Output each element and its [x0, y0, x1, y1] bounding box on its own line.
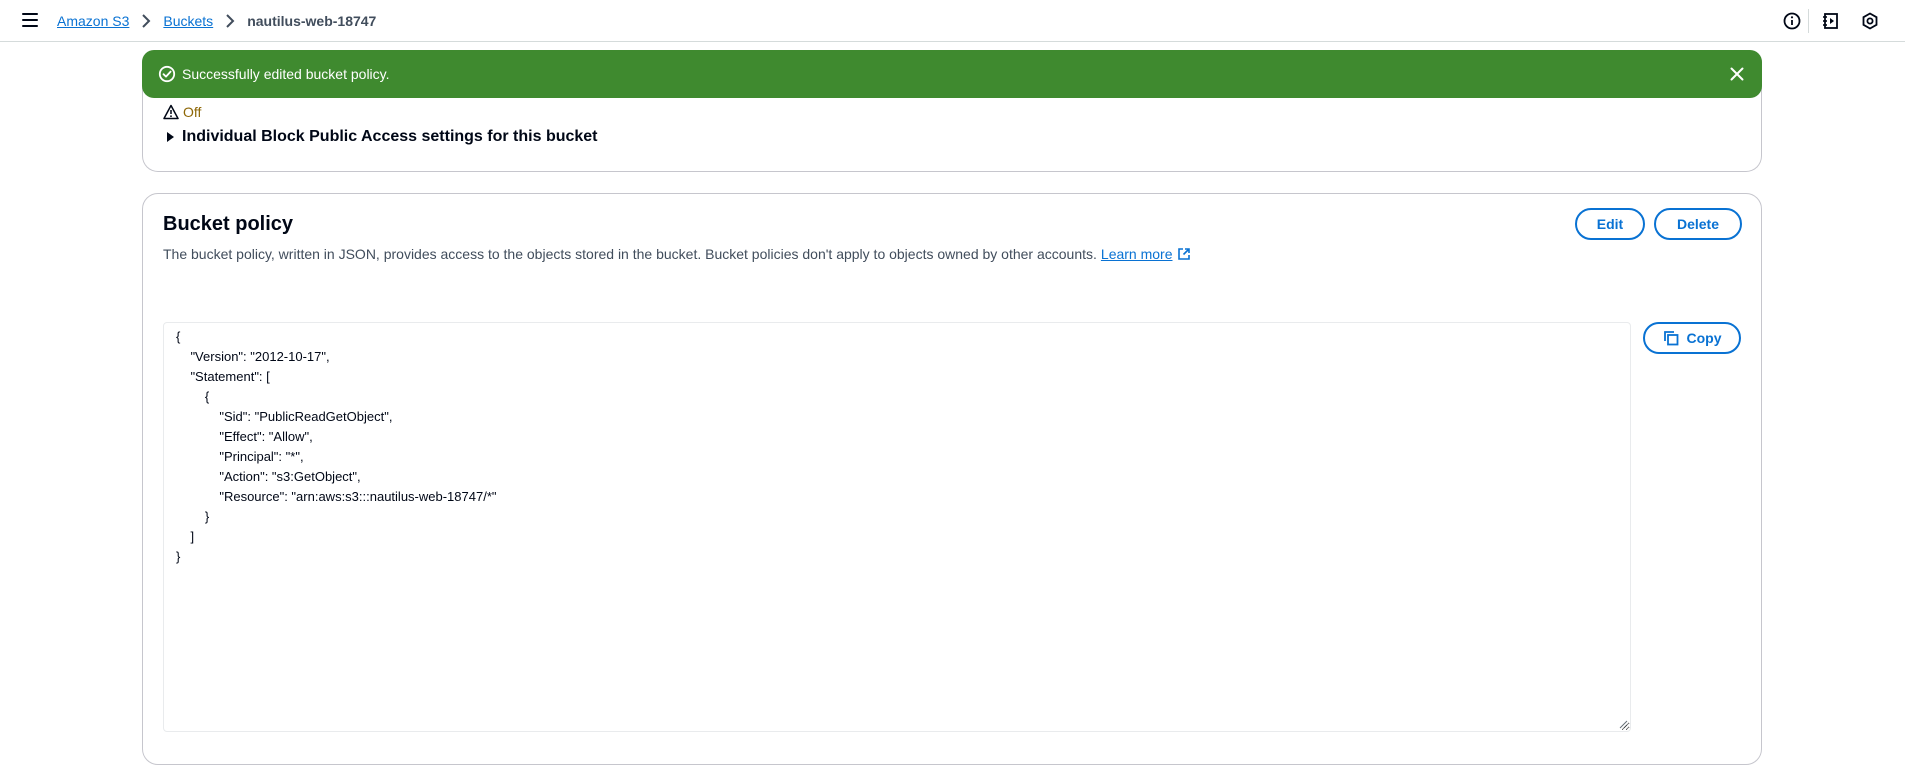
- code-line: "Resource": "arn:aws:s3:::nautilus-web-1…: [176, 489, 497, 504]
- resize-handle-icon[interactable]: [1618, 719, 1628, 729]
- breadcrumb-amazon-s3[interactable]: Amazon S3: [57, 12, 129, 30]
- bucket-policy-title: Bucket policy: [163, 213, 294, 235]
- breadcrumb: Amazon S3 Buckets nautilus-web-18747: [57, 12, 376, 30]
- breadcrumb-current: nautilus-web-18747: [247, 13, 377, 29]
- copy-label: Copy: [1686, 330, 1722, 346]
- divider: [1808, 9, 1809, 33]
- delete-button[interactable]: Delete: [1654, 208, 1742, 240]
- code-line: }: [176, 549, 181, 564]
- top-navigation: Amazon S3 Buckets nautilus-web-18747: [0, 0, 1905, 42]
- description-text: The bucket policy, written in JSON, prov…: [163, 246, 1097, 262]
- code-line: "Sid": "PublicReadGetObject",: [176, 409, 393, 424]
- code-line: {: [176, 389, 210, 404]
- external-link-icon: [1177, 248, 1190, 260]
- learn-more-link[interactable]: Learn more: [1101, 244, 1191, 264]
- menu-icon[interactable]: [22, 13, 38, 27]
- bpa-status-text: Off: [183, 104, 202, 120]
- close-icon[interactable]: [1728, 65, 1746, 83]
- warning-icon: [163, 104, 179, 120]
- learn-more-label: Learn more: [1100, 246, 1173, 262]
- code-line: "Action": "s3:GetObject",: [176, 469, 361, 484]
- edit-button[interactable]: Edit: [1575, 208, 1645, 240]
- code-line: }: [176, 509, 210, 524]
- policy-json-textarea[interactable]: { "Version": "2012-10-17", "Statement": …: [163, 322, 1631, 732]
- success-check-icon: [158, 65, 176, 83]
- code-line: {: [176, 329, 181, 344]
- chevron-right-icon: [219, 12, 241, 30]
- success-flash: Successfully edited bucket policy.: [142, 50, 1762, 98]
- code-line: ]: [176, 529, 195, 544]
- code-line: "Version": "2012-10-17",: [176, 349, 330, 364]
- code-line: "Principal": "*",: [176, 449, 304, 464]
- caret-right-icon: [167, 132, 174, 142]
- settings-hexagon-icon[interactable]: [1861, 12, 1879, 30]
- bucket-policy-panel: Bucket policy The bucket policy, written…: [142, 193, 1762, 765]
- notes-icon[interactable]: [1822, 12, 1840, 30]
- info-icon[interactable]: [1783, 12, 1801, 30]
- chevron-right-icon: [135, 12, 157, 30]
- code-line: "Statement": [: [176, 369, 270, 384]
- copy-button[interactable]: Copy: [1643, 322, 1741, 354]
- code-line: "Effect": "Allow",: [176, 429, 313, 444]
- individual-bpa-settings-expander[interactable]: Individual Block Public Access settings …: [163, 128, 598, 146]
- copy-icon: [1663, 331, 1678, 346]
- bpa-status: Off: [163, 104, 201, 120]
- expander-label: Individual Block Public Access settings …: [182, 128, 598, 145]
- breadcrumb-buckets[interactable]: Buckets: [163, 12, 213, 30]
- bucket-policy-description: The bucket policy, written in JSON, prov…: [163, 244, 1191, 264]
- flash-message: Successfully edited bucket policy.: [182, 66, 390, 82]
